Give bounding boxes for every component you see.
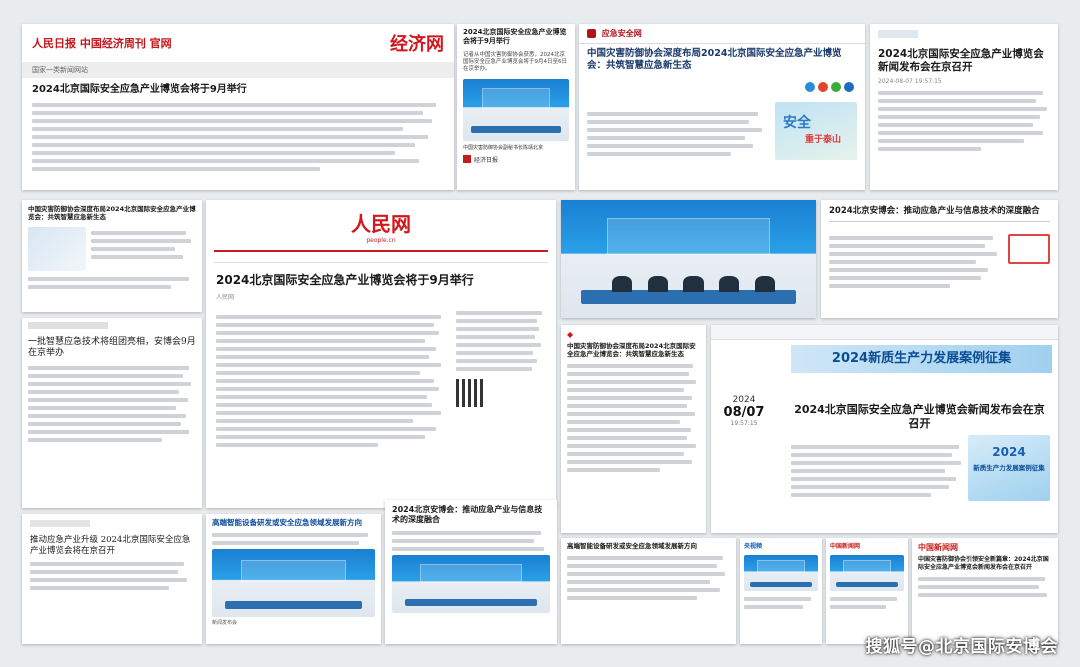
site-logo: 人民网 bbox=[351, 212, 411, 236]
article-body bbox=[392, 531, 550, 551]
article-title[interactable]: 中国灾害防御协会引领安全新篇章：2024北京国际安全应急产业博览会新闻发布会在京… bbox=[918, 556, 1052, 571]
article-title[interactable]: 2024北京国际安全应急产业博览会将于9月举行 bbox=[32, 84, 444, 97]
article-lead: 记者从中国灾害防御协会获悉，2024北京国际安全应急产业博览会将于9月4日至6日… bbox=[463, 51, 567, 73]
site-logo: ◆ bbox=[567, 330, 574, 339]
article-body bbox=[216, 311, 448, 451]
site-logo bbox=[878, 30, 918, 38]
publish-meta: 人民网 bbox=[216, 294, 235, 301]
watermark: 搜狐号@北京国际安博会 bbox=[865, 637, 1058, 657]
article-title[interactable]: 高端智能设备研发或安全应急领域发展新方向 bbox=[212, 518, 375, 527]
press-conference-photo bbox=[463, 78, 569, 141]
press-photo-card bbox=[561, 200, 816, 318]
article-card-tech[interactable]: 一批智慧应急技术将组团亮相，安博会9月在京举办 bbox=[22, 318, 202, 508]
article-body bbox=[28, 365, 196, 442]
related-sidebar bbox=[456, 305, 546, 451]
share-icon[interactable] bbox=[831, 81, 841, 92]
qr-code-icon bbox=[456, 379, 484, 407]
site-logo: 经济网 bbox=[390, 34, 444, 55]
article-card-economy-weekly[interactable]: 人民日报 中国经济周刊 官网 经济网 国家一类新闻网站 2024北京国际安全应急… bbox=[22, 24, 454, 190]
article-card-fusion-bottom[interactable]: 2024北京安博会：推动应急产业与信息技术的深度融合 bbox=[385, 500, 557, 644]
article-card-chinanews-small[interactable]: 中国新闻网 bbox=[826, 538, 908, 644]
article-card-smart-devices[interactable]: 高端智能设备研发或安全应急领域发展新方向 新闻发布会 bbox=[206, 514, 381, 644]
publish-time: 2024-08-07 19:57:15 bbox=[878, 78, 942, 86]
article-card-new-quality[interactable]: 2024新质生产力发展案例征集 2024 08/07 19:57:15 2024… bbox=[711, 325, 1058, 533]
article-body bbox=[878, 91, 1050, 152]
thumbnail-image bbox=[28, 227, 86, 272]
campaign-thumbnail[interactable]: 2024 新质生产力发展案例征集 bbox=[968, 435, 1050, 501]
article-card-chinanews[interactable]: 中国新闻网 中国灾害防御协会引领安全新篇章：2024北京国际安全应急产业博览会新… bbox=[912, 538, 1058, 644]
article-title[interactable]: 2024北京安博会：推动应急产业与信息技术的深度融合 bbox=[829, 206, 1050, 222]
article-card-small-left[interactable]: 中国灾害防御协会深度布局2024北京国际安全应急产业博览会：共筑智慧应急新生态 bbox=[22, 200, 202, 312]
site-logo: 央视频 bbox=[744, 543, 763, 550]
article-title[interactable]: 推动应急产业升级 2024北京国际安全应急产业博览会将在京召开 bbox=[30, 535, 194, 556]
press-conference-photo bbox=[561, 200, 816, 318]
monitor-icon bbox=[1008, 233, 1050, 264]
article-card-safety-net[interactable]: 应急安全网 中国灾害防御协会深度布局2024北京国际安全应急产业博览会：共筑智慧… bbox=[579, 24, 865, 190]
nav-strip bbox=[711, 325, 1058, 340]
share-icon[interactable] bbox=[844, 81, 854, 92]
site-header bbox=[28, 322, 108, 329]
date-block: 2024 08/07 19:57:15 bbox=[723, 395, 765, 427]
article-body bbox=[212, 533, 375, 546]
site-logo: 中国新闻网 bbox=[830, 543, 861, 550]
article-title[interactable]: 中国灾害防御协会深度布局2024北京国际安全应急产业博览会：共筑智慧应急新生态 bbox=[567, 342, 700, 358]
article-card-press-release[interactable]: 2024北京国际安全应急产业博览会新闻发布会在京召开 2024-08-07 19… bbox=[870, 24, 1058, 190]
article-title[interactable]: 中国灾害防御协会深度布局2024北京国际安全应急产业博览会：共筑智慧应急新生态 bbox=[587, 48, 857, 72]
article-body bbox=[30, 562, 194, 591]
article-title[interactable]: 一批智慧应急技术将组团亮相，安博会9月在京举办 bbox=[28, 337, 196, 360]
article-body bbox=[567, 556, 730, 601]
nav-bar bbox=[214, 250, 548, 263]
economic-daily-logo-icon bbox=[463, 155, 471, 164]
site-logo: 应急安全网 bbox=[601, 29, 642, 38]
safety-promo-image: 安全 重于泰山 bbox=[775, 101, 857, 160]
share-icons bbox=[587, 77, 857, 96]
article-body bbox=[829, 232, 1002, 292]
article-title[interactable]: 2024北京国际安全应急产业博览会新闻发布会在京召开 bbox=[878, 48, 1050, 74]
article-card-devices-bottom[interactable]: 高端智能设备研发或安全应急领域发展新方向 bbox=[561, 538, 736, 644]
article-title[interactable]: 2024北京安博会：推动应急产业与信息技术的深度融合 bbox=[392, 505, 550, 525]
photo-caption: 中国灾害防御协会副秘书长陈靖北京 bbox=[463, 144, 544, 151]
article-card-deep[interactable]: ◆ 中国灾害防御协会深度布局2024北京国际安全应急产业博览会：共筑智慧应急新生… bbox=[561, 325, 706, 533]
press-conference-photo bbox=[830, 555, 904, 591]
article-card-fusion[interactable]: 2024北京安博会：推动应急产业与信息技术的深度融合 bbox=[821, 200, 1058, 318]
share-icon[interactable] bbox=[818, 81, 828, 92]
article-title[interactable]: 2024北京国际安全应急产业博览会将于9月举行 bbox=[463, 28, 569, 46]
site-logo: 中国新闻网 bbox=[918, 542, 958, 552]
press-conference-photo bbox=[392, 555, 550, 613]
press-conference-photo bbox=[212, 549, 375, 618]
article-card-people[interactable]: 人民网 people.cn 2024北京国际安全应急产业博览会将于9月举行 人民… bbox=[206, 200, 556, 508]
article-title[interactable]: 2024北京国际安全应急产业博览会新闻发布会在京召开 bbox=[791, 403, 1048, 431]
shield-logo-icon bbox=[587, 29, 596, 38]
campaign-banner[interactable]: 2024新质生产力发展案例征集 bbox=[791, 345, 1052, 373]
article-body bbox=[791, 441, 966, 501]
article-body bbox=[567, 364, 700, 473]
article-card-upgrade[interactable]: 推动应急产业升级 2024北京国际安全应急产业博览会将在京召开 bbox=[22, 514, 202, 644]
site-masthead: 人民日报 中国经济周刊 官网 bbox=[32, 37, 172, 50]
article-card-cctv[interactable]: 央视频 bbox=[740, 538, 822, 644]
press-conference-photo bbox=[744, 555, 818, 591]
article-body bbox=[32, 102, 444, 171]
article-body bbox=[587, 108, 767, 160]
breadcrumb: 国家一类新闻网站 bbox=[22, 62, 454, 78]
article-body bbox=[91, 227, 196, 271]
photo-caption: 新闻发布会 bbox=[212, 620, 238, 627]
article-title[interactable]: 高端智能设备研发或安全应急领域发展新方向 bbox=[567, 542, 730, 550]
article-title[interactable]: 2024北京国际安全应急产业博览会将于9月举行 bbox=[216, 273, 546, 288]
article-body bbox=[918, 577, 1052, 597]
article-title[interactable]: 中国灾害防御协会深度布局2024北京国际安全应急产业博览会：共筑智慧应急新生态 bbox=[28, 205, 196, 221]
article-card-economic-daily[interactable]: 2024北京国际安全应急产业博览会将于9月举行 记者从中国灾害防御协会获悉，20… bbox=[457, 24, 575, 190]
share-icon[interactable] bbox=[805, 81, 815, 92]
